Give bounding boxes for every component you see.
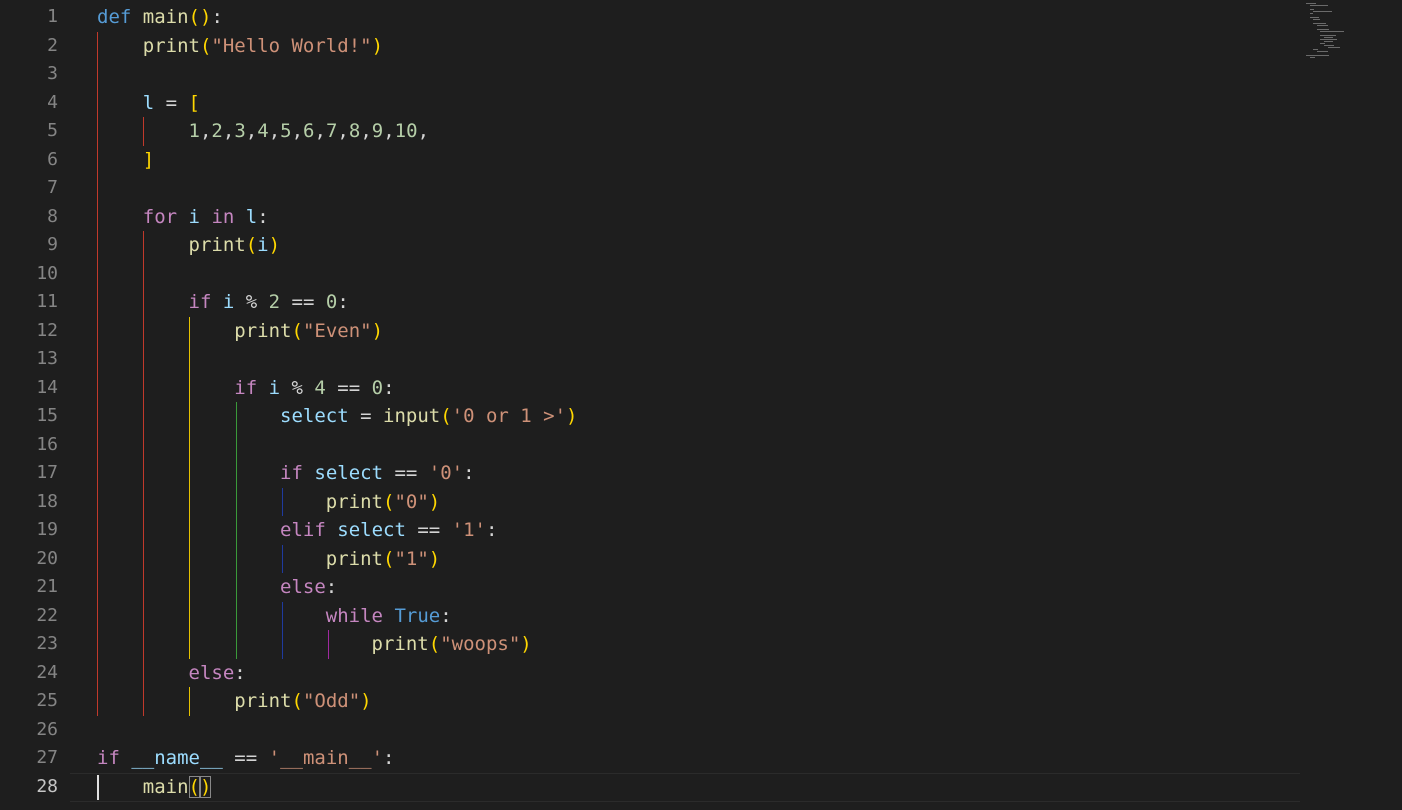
line-number: 21 — [36, 576, 58, 597]
code-line[interactable]: ​ — [97, 345, 1297, 374]
line-number: 26 — [36, 718, 58, 740]
line-number: 28 — [36, 775, 58, 797]
code-line[interactable]: ​ — [97, 431, 1297, 460]
minimap-line — [1324, 37, 1333, 38]
code-line[interactable]: if i % 4 == 0: — [97, 374, 1297, 403]
indent-guide — [281, 544, 283, 573]
code-line[interactable]: ​ — [97, 60, 1297, 89]
minimap-line — [1309, 17, 1320, 18]
line-number: 20 — [36, 547, 58, 569]
code-line[interactable]: print("Even") — [97, 317, 1297, 346]
line-number: 27 — [36, 747, 58, 768]
minimap-line — [1327, 47, 1341, 48]
minimap-line — [1320, 31, 1344, 32]
code-area[interactable]: def main(): print("Hello World!")​ l = [… — [97, 3, 1297, 801]
code-editor[interactable]: 1 2 3 4 5 6 7 8 9 10 11 12 13 14 15 16 17 18 19 20 21 22 23 24 2… — [0, 0, 1402, 810]
minimap-line — [1316, 51, 1328, 52]
code-line[interactable]: ​ — [97, 716, 1297, 745]
minimap-line — [1306, 3, 1316, 4]
code-line[interactable]: ​ — [97, 260, 1297, 289]
line-number: 7 — [47, 177, 58, 198]
line-number: 11 — [36, 291, 58, 312]
minimap-line — [1309, 9, 1315, 10]
code-line[interactable]: else: — [97, 659, 1297, 688]
line-number: 23 — [36, 633, 58, 654]
minimap-line — [1313, 49, 1318, 50]
line-number: 4 — [47, 91, 58, 113]
code-line[interactable]: ​ — [97, 174, 1297, 203]
minimap-line — [1320, 43, 1325, 44]
minimap-line — [1306, 55, 1330, 56]
indent-guide — [189, 687, 191, 716]
code-line[interactable]: print("1") — [97, 545, 1297, 574]
indent-guide — [328, 630, 329, 659]
minimap-line — [1313, 19, 1321, 20]
line-number: 10 — [36, 262, 58, 284]
line-number: 6 — [47, 148, 58, 170]
minimap-line — [1313, 23, 1326, 24]
minimap-line — [1316, 25, 1329, 26]
indent-guide — [189, 316, 191, 659]
line-number: 8 — [47, 205, 58, 227]
indent-guide — [235, 402, 237, 659]
code-line[interactable]: print("0") — [97, 488, 1297, 517]
line-number: 12 — [36, 319, 58, 341]
line-number-gutter: 1 2 3 4 5 6 7 8 9 10 11 12 13 14 15 16 17 18 19 20 21 22 23 24 2… — [0, 3, 70, 801]
line-number: 22 — [36, 604, 58, 626]
line-number: 3 — [47, 63, 58, 84]
code-line[interactable]: if __name__ == '__main__': — [97, 744, 1297, 773]
minimap-line — [1309, 5, 1329, 6]
code-line[interactable]: def main(): — [97, 3, 1297, 32]
line-number: 9 — [47, 234, 58, 255]
indent-guide — [143, 231, 145, 716]
line-number: 19 — [36, 519, 58, 540]
code-line[interactable]: else: — [97, 573, 1297, 602]
minimap-line — [1309, 13, 1313, 14]
minimap-line — [1324, 45, 1334, 46]
code-line[interactable]: print("Hello World!") — [97, 32, 1297, 61]
line-number: 18 — [36, 490, 58, 512]
indent-guide — [281, 487, 283, 516]
code-line[interactable]: select = input('0 or 1 >') — [97, 402, 1297, 431]
code-line[interactable]: print("Odd") — [97, 687, 1297, 716]
code-line[interactable]: l = [ — [97, 89, 1297, 118]
line-number: 2 — [47, 34, 58, 56]
minimap-line — [1320, 35, 1336, 36]
line-number: 17 — [36, 462, 58, 483]
line-number: 16 — [36, 433, 58, 455]
minimap-line — [1316, 29, 1330, 30]
code-line[interactable]: if select == '0': — [97, 459, 1297, 488]
line-number: 25 — [36, 690, 58, 711]
code-line[interactable]: print("woops") — [97, 630, 1297, 659]
indent-guide — [97, 31, 98, 716]
minimap-line — [1313, 11, 1333, 12]
minimap-line — [1309, 57, 1315, 58]
code-line[interactable]: if i % 2 == 0: — [97, 288, 1297, 317]
indent-guide — [281, 601, 283, 659]
code-line[interactable]: main() — [97, 773, 1297, 802]
minimap-line — [1320, 39, 1338, 40]
code-line[interactable]: while True: — [97, 602, 1297, 631]
line-number: 15 — [36, 405, 58, 426]
code-line[interactable]: for i in l: — [97, 203, 1297, 232]
code-line[interactable]: 1,2,3,4,5,6,7,8,9,10, — [97, 117, 1297, 146]
line-number: 13 — [36, 348, 58, 369]
line-number: 5 — [47, 120, 58, 141]
line-number: 24 — [36, 661, 58, 683]
code-line[interactable]: print(i) — [97, 231, 1297, 260]
minimap-line — [1324, 41, 1333, 42]
minimap[interactable] — [1300, 0, 1402, 810]
line-number: 1 — [47, 6, 58, 27]
text-cursor — [97, 775, 99, 800]
indent-guide — [143, 117, 145, 146]
code-line[interactable]: ] — [97, 146, 1297, 175]
code-line[interactable]: elif select == '1': — [97, 516, 1297, 545]
line-number: 14 — [36, 376, 58, 398]
